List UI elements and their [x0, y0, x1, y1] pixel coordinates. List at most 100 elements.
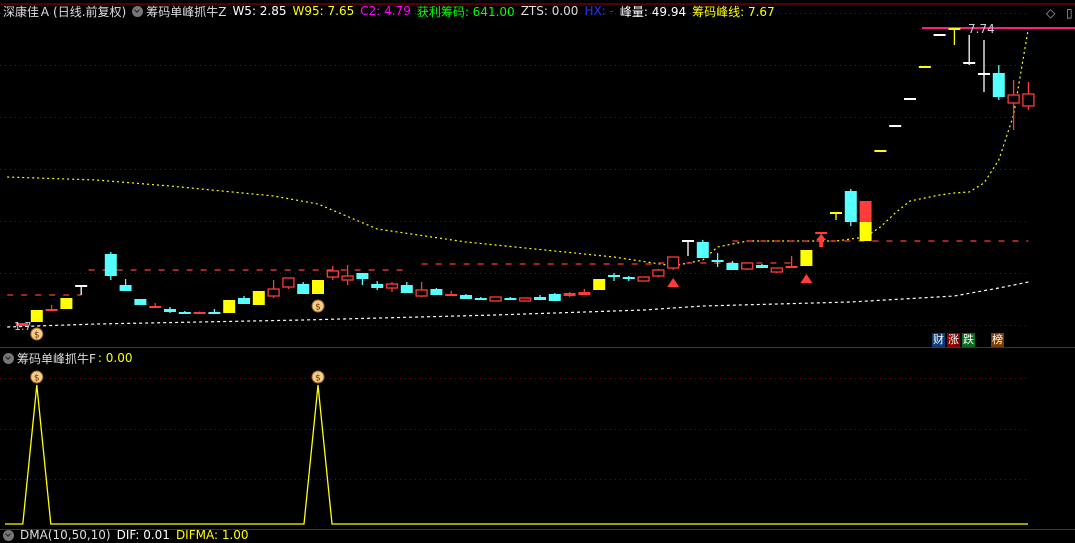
- period-label: (日线.前复权): [53, 4, 127, 19]
- zts-value: ZTS: 0.00: [520, 4, 579, 18]
- candle-body: [830, 212, 842, 214]
- candle-body: [223, 300, 236, 313]
- candle-body: [474, 298, 487, 300]
- candle-body: [904, 98, 916, 100]
- w95-value: W95: 7.65: [292, 4, 355, 18]
- hx-value: HX: -: [584, 4, 614, 18]
- w5-value: W5: 2.85: [232, 4, 287, 18]
- bottom-indicator-dropdown-icon[interactable]: [3, 529, 14, 541]
- candle-body: [534, 297, 546, 300]
- dif-value: DIF: 0.01: [116, 528, 170, 542]
- bottom-indicator-name[interactable]: DMA(10,50,10): [20, 528, 111, 542]
- candle-body: [45, 309, 58, 311]
- candle-body: [460, 295, 472, 299]
- candle-body: [844, 191, 857, 222]
- candle-body: [267, 288, 280, 297]
- candle-body: [489, 296, 502, 302]
- candle-body: [445, 294, 458, 296]
- candle-body: [326, 270, 339, 278]
- candle-body: [238, 298, 250, 304]
- candle-body: [726, 263, 739, 270]
- badge-rise[interactable]: 涨: [947, 333, 960, 347]
- candle-body: [119, 285, 132, 291]
- sub-indicator-dropdown-icon[interactable]: [3, 352, 14, 364]
- candle-body: [800, 250, 813, 266]
- window-toggle-icon[interactable]: ▯: [1066, 6, 1073, 20]
- candle-body: [652, 269, 665, 277]
- buy-triangle-icon: [667, 278, 680, 287]
- peak-line-value: 筹码峰线: 7.67: [692, 4, 775, 19]
- badge-finance[interactable]: 财: [932, 333, 945, 347]
- sub-indicator-value: : 0.00: [97, 351, 133, 365]
- candle-body: [933, 34, 946, 36]
- stock-name: 深康佳Ａ: [3, 4, 52, 19]
- candle-body: [208, 312, 221, 314]
- indicator-name[interactable]: 筹码单峰抓牛Z: [146, 3, 226, 20]
- badge-fall[interactable]: 跌: [962, 333, 975, 347]
- candle-body: [578, 292, 591, 295]
- candle-body: [30, 310, 43, 322]
- candle-body: [608, 275, 620, 277]
- candle-body: [859, 201, 872, 222]
- candle-body: [889, 125, 902, 127]
- candle-body: [948, 28, 961, 30]
- candle-body: [859, 222, 872, 241]
- candle-body: [178, 312, 191, 314]
- candle-body: [741, 262, 754, 270]
- candle-body: [770, 267, 783, 273]
- candle-body: [385, 283, 399, 289]
- c2-value: C2: 4.79: [360, 4, 411, 18]
- candle-body: [756, 265, 768, 268]
- bottom-header: DMA(10,50,10) DIF: 0.01 DIFMA: 1.00: [3, 527, 249, 543]
- candle-body: [1022, 93, 1035, 107]
- candle-body: [415, 289, 428, 297]
- difma-value: DIFMA: 1.00: [175, 528, 249, 542]
- high-price-label: 7.74: [968, 22, 995, 36]
- candle-body: [312, 280, 324, 294]
- candle-body: [297, 284, 310, 294]
- candle-body: [356, 273, 369, 279]
- candle-body: [963, 62, 976, 64]
- main-header: 深康佳Ａ (日线.前复权) 筹码单峰抓牛Z W5: 2.85 W95: 7.65…: [3, 3, 775, 19]
- candle-body: [149, 306, 162, 308]
- candle-body: [696, 242, 709, 258]
- candle-body: [563, 293, 576, 296]
- candle-body: [134, 299, 147, 305]
- candle-body: [978, 73, 990, 75]
- money-bag-symbol: $: [34, 331, 40, 341]
- peak-volume-value: 峰量: 49.94: [619, 4, 687, 19]
- upper-chip-band-line: [7, 27, 1029, 267]
- sub-header: 筹码单峰抓牛F : 0.00: [3, 350, 132, 366]
- diamond-icon[interactable]: ◇: [1046, 6, 1055, 20]
- candle-body: [682, 240, 694, 242]
- candle-body: [430, 289, 443, 295]
- candle-body: [918, 66, 931, 68]
- candle-body: [75, 285, 88, 287]
- candle-body: [400, 285, 413, 293]
- candle-body: [593, 279, 606, 290]
- candle-body: [164, 309, 176, 312]
- candle-body: [992, 73, 1005, 97]
- kline-chart[interactable]: $ $ $ $: [0, 0, 1075, 534]
- low-price-label: 1.7: [14, 320, 32, 333]
- candle-body: [519, 297, 532, 302]
- candle-body: [341, 275, 354, 281]
- indicator-dropdown-icon[interactable]: [132, 5, 144, 17]
- candle-body: [637, 276, 650, 282]
- money-bag-symbol: $: [315, 374, 321, 384]
- badge-rank[interactable]: 榜: [991, 333, 1004, 347]
- candle-body: [548, 294, 561, 301]
- candle-body: [874, 150, 887, 152]
- lower-chip-band-line: [7, 281, 1029, 328]
- candle-body: [667, 256, 680, 269]
- candle-body: [60, 298, 73, 309]
- signal-line: [5, 384, 1028, 525]
- candle-body: [785, 266, 798, 268]
- sub-indicator-name[interactable]: 筹码单峰抓牛F: [17, 350, 96, 367]
- candle-body: [504, 298, 517, 300]
- money-bag-symbol: $: [34, 374, 40, 384]
- profit-chips-value: 获利筹码: 641.00: [416, 4, 515, 19]
- candle-body: [371, 284, 384, 288]
- candle-body: [622, 277, 635, 279]
- candle-body: [282, 277, 295, 288]
